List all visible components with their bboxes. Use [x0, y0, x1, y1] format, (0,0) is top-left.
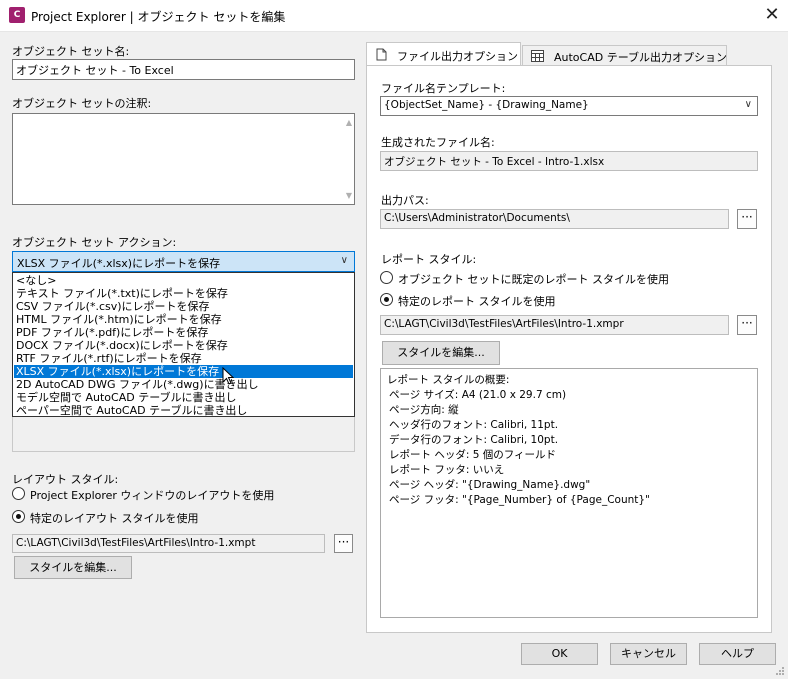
ok-button[interactable]: OK [521, 643, 598, 665]
output-path-label: 出力パス: [381, 194, 429, 207]
report-radio-specific[interactable]: 特定のレポート スタイルを使用 [380, 293, 740, 308]
report-radio-specific-label: 特定のレポート スタイルを使用 [398, 295, 556, 308]
scroll-down-icon: ▼ [345, 191, 352, 200]
summary-line: ページ フッタ: "{Page_Number} of {Page_Count}" [389, 494, 650, 506]
output-browse-button[interactable]: ··· [737, 209, 757, 229]
window-title: Project Explorer | オブジェクト セットを編集 [31, 10, 286, 24]
layout-style-label: レイアウト スタイル: [12, 473, 119, 486]
dropdown-item[interactable]: CSV ファイル(*.csv)にレポートを保存 [14, 300, 353, 313]
radio-selected-icon [12, 510, 25, 523]
mouse-cursor-icon [222, 367, 234, 385]
summary-line: レポート スタイルの概要: [387, 374, 510, 386]
radio-icon [12, 487, 25, 500]
generated-filename-field: オブジェクト セット - To Excel - Intro-1.xlsx [380, 151, 758, 171]
generated-filename-value: オブジェクト セット - To Excel - Intro-1.xlsx [384, 156, 605, 168]
document-icon [376, 48, 387, 61]
summary-line: ページ ヘッダ: "{Drawing_Name}.dwg" [389, 479, 591, 491]
dropdown-item[interactable]: <なし> [14, 274, 353, 287]
report-radio-default-label: オブジェクト セットに既定のレポート スタイルを使用 [398, 273, 669, 286]
summary-line: ページ サイズ: A4 (21.0 x 29.7 cm) [389, 389, 567, 401]
cancel-button[interactable]: キャンセル [610, 643, 687, 665]
output-path-field: C:\Users\Administrator\Documents\ [380, 209, 729, 229]
layout-radio-specific[interactable]: 特定のレイアウト スタイルを使用 [12, 510, 312, 525]
report-path-value: C:\LAGT\Civil3d\TestFiles\ArtFiles\Intro… [384, 318, 624, 330]
title-bar: C Project Explorer | オブジェクト セットを編集 ✕ [0, 0, 788, 32]
object-set-name-value: オブジェクト セット - To Excel [16, 64, 174, 77]
report-style-summary: レポート スタイルの概要: ページ サイズ: A4 (21.0 x 29.7 c… [380, 368, 758, 618]
dropdown-item[interactable]: 2D AutoCAD DWG ファイル(*.dwg)に書き出し [14, 378, 353, 391]
action-combobox[interactable]: XLSX ファイル(*.xlsx)にレポートを保存 ∨ [12, 251, 355, 272]
scroll-up-icon: ▲ [345, 118, 352, 127]
layout-radio-window[interactable]: Project Explorer ウィンドウのレイアウトを使用 [12, 487, 312, 502]
radio-icon [380, 271, 393, 284]
filename-template-value: {ObjectSet_Name} - {Drawing_Name} [384, 99, 589, 111]
layout-radio-window-label: Project Explorer ウィンドウのレイアウトを使用 [30, 489, 275, 502]
help-button[interactable]: ヘルプ [699, 643, 776, 665]
report-path-field: C:\LAGT\Civil3d\TestFiles\ArtFiles\Intro… [380, 315, 729, 335]
dropdown-item[interactable]: ペーパー空間で AutoCAD テーブルに書き出し [14, 404, 353, 417]
layout-radio-specific-label: 特定のレイアウト スタイルを使用 [30, 512, 199, 525]
tab-file-output-label: ファイル出力オプション [397, 50, 518, 63]
action-selected-value: XLSX ファイル(*.xlsx)にレポートを保存 [17, 257, 221, 270]
notes-label: オブジェクト セットの注釈: [12, 97, 152, 110]
dropdown-item-selected[interactable]: XLSX ファイル(*.xlsx)にレポートを保存 [14, 365, 353, 378]
tab-autocad-table-label: AutoCAD テーブル出力オプション [554, 51, 728, 64]
report-radio-default[interactable]: オブジェクト セットに既定のレポート スタイルを使用 [380, 271, 740, 286]
table-icon [531, 50, 544, 62]
resize-grip-icon[interactable] [775, 666, 785, 676]
tab-file-output[interactable]: ファイル出力オプション [366, 42, 521, 66]
notes-textarea[interactable]: ▲ ▼ [12, 113, 355, 205]
output-path-value: C:\Users\Administrator\Documents\ [384, 212, 570, 224]
chevron-down-icon: ∨ [340, 255, 348, 266]
summary-line: レポート ヘッダ: 5 個のフィールド [389, 449, 557, 461]
close-icon[interactable]: ✕ [761, 4, 783, 26]
summary-line: データ行のフォント: Calibri, 10pt. [389, 434, 559, 446]
summary-line: レポート フッタ: いいえ [389, 464, 505, 476]
report-browse-button[interactable]: ··· [737, 315, 757, 335]
dropdown-item[interactable]: RTF ファイル(*.rtf)にレポートを保存 [14, 352, 353, 365]
action-label: オブジェクト セット アクション: [12, 236, 177, 249]
layout-path-value: C:\LAGT\Civil3d\TestFiles\ArtFiles\Intro… [16, 537, 256, 549]
action-dropdown-list[interactable]: <なし> テキスト ファイル(*.txt)にレポートを保存 CSV ファイル(*… [12, 272, 355, 417]
tab-autocad-table[interactable]: AutoCAD テーブル出力オプション [522, 45, 727, 66]
summary-line: ヘッダ行のフォント: Calibri, 11pt. [389, 419, 559, 431]
filename-template-combobox[interactable]: {ObjectSet_Name} - {Drawing_Name} ∨ [380, 96, 758, 116]
radio-selected-icon [380, 293, 393, 306]
summary-line: ページ方向: 縦 [389, 404, 459, 416]
dropdown-item[interactable]: モデル空間で AutoCAD テーブルに書き出し [14, 391, 353, 404]
app-icon: C [9, 7, 25, 23]
object-set-name-label: オブジェクト セット名: [12, 45, 130, 58]
layout-path-field: C:\LAGT\Civil3d\TestFiles\ArtFiles\Intro… [12, 534, 325, 553]
layout-edit-style-button[interactable]: スタイルを編集... [14, 556, 132, 579]
dropdown-item[interactable]: HTML ファイル(*.htm)にレポートを保存 [14, 313, 353, 326]
chevron-down-icon: ∨ [744, 99, 752, 110]
object-set-name-input[interactable]: オブジェクト セット - To Excel [12, 59, 355, 80]
report-edit-style-button[interactable]: スタイルを編集... [382, 341, 500, 365]
dropdown-item[interactable]: PDF ファイル(*.pdf)にレポートを保存 [14, 326, 353, 339]
generated-filename-label: 生成されたファイル名: [381, 136, 495, 149]
dropdown-item[interactable]: テキスト ファイル(*.txt)にレポートを保存 [14, 287, 353, 300]
filename-template-label: ファイル名テンプレート: [381, 82, 506, 95]
report-style-label: レポート スタイル: [381, 253, 477, 266]
layout-browse-button[interactable]: ··· [334, 534, 353, 553]
dropdown-item[interactable]: DOCX ファイル(*.docx)にレポートを保存 [14, 339, 353, 352]
